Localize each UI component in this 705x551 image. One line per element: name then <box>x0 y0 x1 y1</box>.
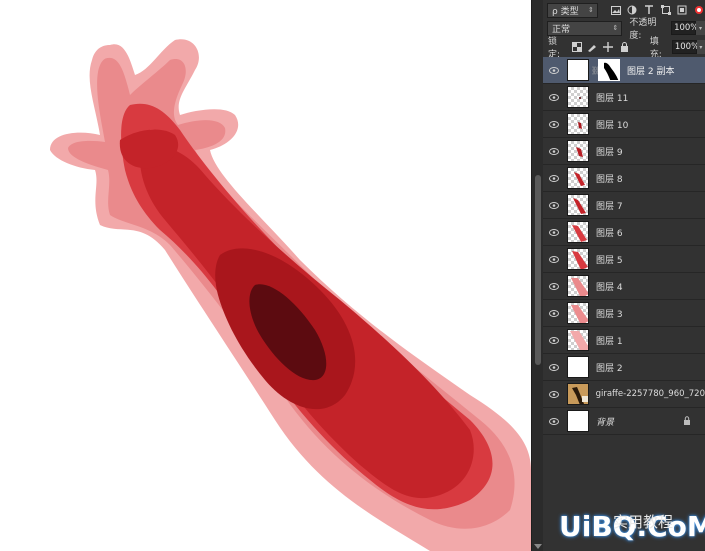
lock-image-pixels-icon[interactable] <box>587 41 598 53</box>
lock-all-icon[interactable] <box>619 41 630 53</box>
layers-panel: ρ 类型 ⇕ 正常 ⇕ 不透明度: 100% ▾ 锁定: 填充: 100% ▾ … <box>543 0 705 551</box>
lock-position-icon[interactable] <box>603 41 614 53</box>
layer-row[interactable]: 图层 8 <box>543 165 705 192</box>
layer-thumbnail <box>567 140 589 162</box>
blend-opacity-row: 正常 ⇕ 不透明度: 100% ▾ <box>543 18 705 41</box>
layer-thumbnail <box>567 248 589 270</box>
chevron-updown-icon: ⇕ <box>588 5 594 14</box>
giraffe-illustration <box>50 39 531 551</box>
layer-row[interactable]: 背景 <box>543 408 705 435</box>
layer-row[interactable]: 图层 4 <box>543 273 705 300</box>
layer-thumbnail <box>567 275 589 297</box>
layer-thumbnail <box>566 383 589 405</box>
layer-row[interactable]: 图层 3 <box>543 300 705 327</box>
layer-name: 图层 11 <box>596 93 629 104</box>
eye-visibility-icon[interactable] <box>543 336 565 344</box>
layer-name: 背景 <box>596 417 615 428</box>
lock-fill-row: 锁定: 填充: 100% ▾ <box>543 37 705 60</box>
layer-filter-row: ρ 类型 ⇕ <box>543 0 705 20</box>
eye-visibility-icon[interactable] <box>543 282 565 290</box>
layer-thumbnail <box>567 59 589 81</box>
layer-thumbnail <box>567 356 589 378</box>
layer-name: 图层 3 <box>596 309 623 320</box>
layer-thumbnail <box>567 221 589 243</box>
layer-name: 图层 9 <box>596 147 623 158</box>
layer-thumbnail <box>567 410 589 432</box>
eye-visibility-icon[interactable] <box>543 309 565 317</box>
layer-row[interactable]: 图层 10 <box>543 111 705 138</box>
layer-name: 图层 4 <box>596 282 623 293</box>
layer-thumbnail <box>567 167 589 189</box>
document-canvas[interactable] <box>0 0 531 551</box>
layer-name: 图层 10 <box>596 120 629 131</box>
layer-name: 图层 2 副本 <box>627 66 675 77</box>
filter-type-label: ρ 类型 <box>552 6 579 17</box>
chain-link-icon[interactable]: ⛓ <box>591 66 601 75</box>
eye-visibility-icon[interactable] <box>543 228 565 236</box>
filter-type-dropdown[interactable]: ρ 类型 ⇕ <box>547 2 598 18</box>
smart-object-filter-icon[interactable] <box>677 4 689 16</box>
layer-thumbnail <box>567 329 589 351</box>
layer-row[interactable]: 图层 7 <box>543 192 705 219</box>
eye-visibility-icon[interactable] <box>543 93 565 101</box>
eye-visibility-icon[interactable] <box>543 147 565 155</box>
layer-name: 图层 8 <box>596 174 623 185</box>
layer-name: 图层 7 <box>596 201 623 212</box>
layer-row[interactable]: 图层 5 <box>543 246 705 273</box>
scroll-down-arrow-icon[interactable] <box>534 544 542 549</box>
eye-visibility-icon[interactable] <box>543 120 565 128</box>
eye-visibility-icon[interactable] <box>543 174 565 182</box>
opacity-input[interactable]: 100% <box>671 21 698 35</box>
layer-row[interactable]: 图层 6 <box>543 219 705 246</box>
layer-mask-thumbnail[interactable] <box>598 59 620 81</box>
layer-name: 图层 1 <box>596 336 623 347</box>
fill-input[interactable]: 100% <box>671 40 699 54</box>
watermark: UiBQ.CoM 实用教程 <box>559 506 705 546</box>
blend-mode-value: 正常 <box>552 24 571 35</box>
scrollbar-thumb[interactable] <box>535 175 541 365</box>
toggle-filter-icon[interactable] <box>693 4 705 16</box>
layer-thumbnail <box>567 194 589 216</box>
layer-row[interactable]: 图层 11 <box>543 84 705 111</box>
layer-name: giraffe-2257780_960_720 <box>595 389 705 399</box>
layer-name: 图层 2 <box>596 363 623 374</box>
canvas-vertical-scrollbar[interactable] <box>531 0 543 551</box>
layer-row[interactable]: 图层 9 <box>543 138 705 165</box>
opacity-dropdown-arrow-icon[interactable]: ▾ <box>696 21 705 35</box>
layer-row[interactable]: giraffe-2257780_960_720 <box>543 381 705 408</box>
eye-visibility-icon[interactable] <box>543 363 565 371</box>
eye-visibility-icon[interactable] <box>543 201 565 209</box>
layer-name: 图层 5 <box>596 255 623 266</box>
layer-row[interactable]: ⛓ 图层 2 副本 <box>543 57 705 84</box>
layer-row[interactable]: 图层 2 <box>543 354 705 381</box>
image-filter-icon[interactable] <box>610 4 622 16</box>
watermark-small-text: 实用教程 <box>613 513 674 531</box>
chevron-updown-icon: ⇕ <box>612 23 619 32</box>
layer-thumbnail <box>567 86 589 108</box>
layer-name: 图层 6 <box>596 228 623 239</box>
eye-visibility-icon[interactable] <box>543 255 565 263</box>
layers-list: ⛓ 图层 2 副本 图层 11 图层 10 图层 9 图层 8 图层 7 图层 … <box>543 57 705 435</box>
lock-transparent-pixels-icon[interactable] <box>571 41 582 53</box>
layer-thumbnail <box>567 302 589 324</box>
eye-visibility-icon[interactable] <box>543 66 565 74</box>
layer-row[interactable]: 图层 1 <box>543 327 705 354</box>
eye-visibility-icon[interactable] <box>543 417 565 425</box>
lock-icon <box>683 416 691 428</box>
layer-thumbnail <box>567 113 589 135</box>
eye-visibility-icon[interactable] <box>543 390 565 398</box>
fill-dropdown-arrow-icon[interactable]: ▾ <box>696 40 705 54</box>
